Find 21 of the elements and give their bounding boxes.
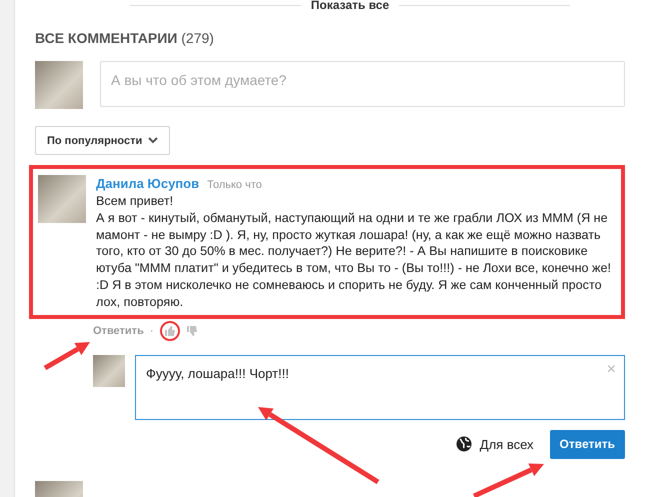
comment-count: (279) [181,30,214,46]
comment-input-field[interactable]: А вы что об этом думаете? [100,61,625,107]
avatar-placeholder [38,175,86,223]
reply-link[interactable]: Ответить [93,324,144,337]
thumbs-up-icon [164,324,176,337]
thumbs-down-icon[interactable] [186,324,198,337]
comment-time: Только что [207,179,262,191]
reply-submit-button[interactable]: Ответить [550,430,625,459]
audience-selector[interactable]: Для всех [456,436,534,452]
section-title: ВСЕ КОММЕНТАРИИ (279) [35,30,215,46]
like-button[interactable] [160,320,180,341]
sort-dropdown[interactable]: По популярности [35,126,170,155]
reply-input-field[interactable]: Фуууу, лошара!!! Чорт!!! × [135,354,625,420]
separator-dot: · [150,324,154,337]
show-all-link[interactable]: Показать все [310,0,390,12]
avatar-placeholder [93,354,125,387]
comment-text: Всем привет! [96,193,174,210]
author-link[interactable]: Данила Юсупов [96,176,200,191]
avatar-placeholder [35,61,83,109]
comment-text: А я вот - кинутый, обманутый, наступающий на одни и те же грабли ЛОХ из МММ (Я не мамонт - не вымру :D ). Я, ну, просто жуткая лошара! (ну, а как же ещё можно назвать того, кто от 30 до 50% в мес. получает?) Не верите?! - А Вы напишите в поисковике ютуба "МММ платит" и убедитесь в том, что Вы то - (Вы то!!!) - не Лохи все, конечно же! :D Я в этом нисколечко не сомневаюсь и спорить не буду. Я же сам конченный просто лох, повторяю. [96,210,611,311]
caret-icon [148,137,158,144]
